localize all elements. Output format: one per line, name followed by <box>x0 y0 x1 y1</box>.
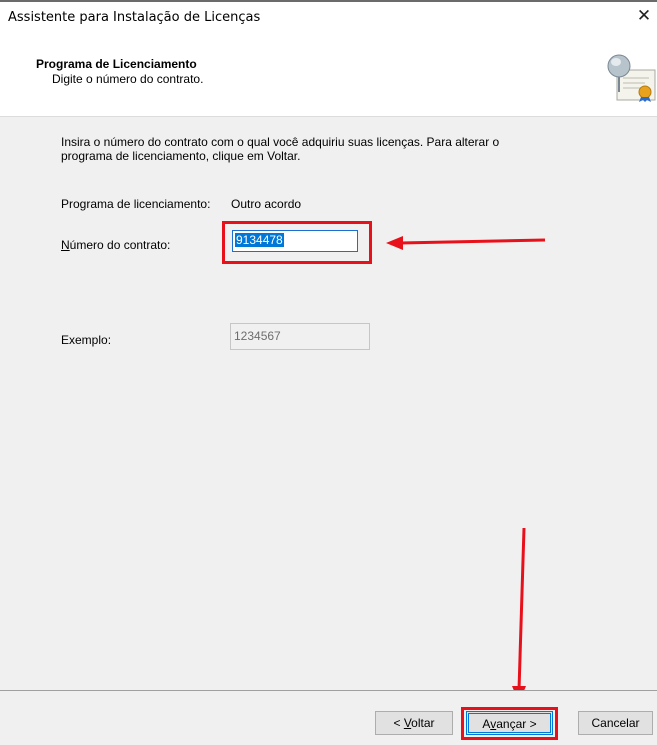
arrow-to-next-button <box>512 527 526 703</box>
back-label: oltar <box>411 716 435 730</box>
cancel-button[interactable]: Cancelar <box>578 711 653 735</box>
back-button[interactable]: < Voltar <box>375 711 453 735</box>
arrow-to-contract-field <box>386 236 546 250</box>
next-button-focus: Avançar > <box>468 713 551 733</box>
next-label: ançar > <box>496 717 537 731</box>
annotation-arrows <box>386 236 546 703</box>
wizard-footer: < Voltar Avançar > Cancelar <box>0 690 657 745</box>
next-button[interactable]: Avançar > <box>466 711 553 735</box>
back-prefix: < <box>393 716 404 730</box>
